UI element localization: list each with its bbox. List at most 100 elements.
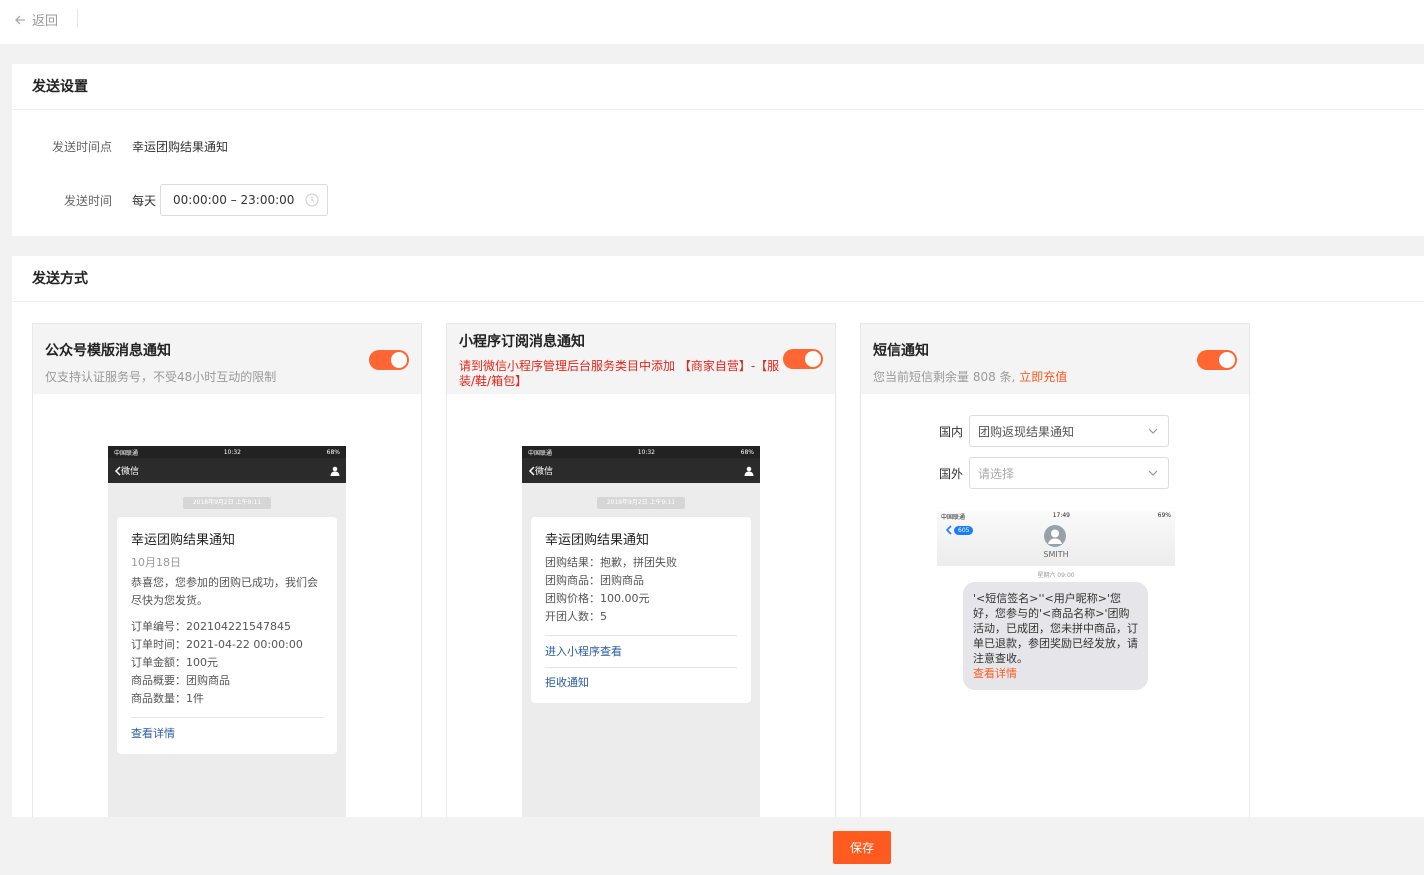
- foreign-template-select[interactable]: 请选择: [969, 457, 1170, 489]
- divider: [77, 9, 78, 27]
- send-methods-card: 发送方式 公众号模版消息通知 仅支持认证服务号，不受48小时互动的限制 中国联通…: [12, 256, 1424, 817]
- recharge-link[interactable]: 立即充值: [1019, 370, 1067, 384]
- reject-notice-link: 拒收通知: [545, 676, 589, 689]
- date-chip: 2018年9月2日 上午9:11: [183, 497, 271, 509]
- phone-preview: 中国联通 10:32 68% 微信 2018年9月2日 上午9:11 幸运团购结…: [522, 446, 760, 817]
- status-bar: 中国联通 17:49 69%: [937, 511, 1175, 521]
- panel-title: 小程序订阅消息通知: [459, 334, 585, 350]
- template-message: 幸运团购结果通知 10月18日 恭喜您，您参加的团购已成功，我们会尽快为您发货。…: [117, 517, 337, 754]
- sms-details-link: 查看详情: [973, 667, 1017, 680]
- unread-badge: 605: [954, 525, 974, 535]
- miniprogram-toggle[interactable]: [783, 349, 823, 369]
- nav-back-label: 微信: [535, 467, 554, 477]
- user-icon: [744, 466, 754, 476]
- clock-time: 10:32: [223, 448, 241, 456]
- subscribe-message: 幸运团购结果通知 团购结果：抱歉，拼团失败 团购商品：团购商品 团购价格：100…: [531, 517, 751, 703]
- status-bar: 中国联通 10:32 68%: [522, 446, 760, 458]
- carrier: 中国联通: [528, 449, 553, 457]
- sms-preview: 中国联通 17:49 69% 605 SMITH 星期六 09:00 '<短信签…: [937, 511, 1175, 690]
- send-methods-title: 发送方式: [12, 256, 1424, 302]
- panel-header: 短信通知 您当前短信剩余量 808 条, 立即充值: [861, 324, 1249, 394]
- sms-body: '<短信签名>''<用户昵称>'您好，您参与的'<商品名称>'团购活动，已成团，…: [973, 592, 1138, 665]
- clock-time: 10:32: [637, 448, 655, 456]
- time-point-label: 发送时间点: [51, 140, 112, 154]
- divider: [131, 717, 323, 718]
- message-line: 订单金额：100元: [131, 656, 218, 669]
- sms-toggle[interactable]: [1197, 350, 1237, 370]
- clock-time: 17:49: [1052, 512, 1070, 519]
- send-time-label: 发送时间: [63, 193, 112, 208]
- nav-back-label: 微信: [121, 467, 140, 477]
- message-line: 团购价格：100.00元: [545, 592, 650, 605]
- back-button[interactable]: 返回: [14, 10, 58, 29]
- open-miniprogram-link: 进入小程序查看: [545, 645, 622, 658]
- clock-icon: [305, 193, 319, 207]
- send-settings-card: 发送设置 发送时间点 幸运团购结果通知 发送时间 每天 00:00:00 – 2…: [12, 64, 1424, 236]
- top-bar: 返回: [0, 0, 1424, 44]
- foreign-label: 国外: [939, 466, 964, 481]
- sms-date: 星期六 09:00: [1037, 572, 1075, 579]
- carrier: 中国联通: [114, 449, 139, 457]
- sms-balance-text: 您当前短信剩余量 808 条,: [873, 370, 1016, 384]
- sms-balance: 您当前短信剩余量 808 条, 立即充值: [873, 368, 1237, 385]
- carrier: 中国联通: [941, 514, 966, 521]
- back-label: 返回: [32, 14, 59, 29]
- message-date: 10月18日: [131, 556, 181, 569]
- message-body: 恭喜您，您参加的团购已成功，我们会尽快为您发货。: [131, 576, 318, 607]
- panel-title: 短信通知: [873, 343, 929, 359]
- message-title: 幸运团购结果通知: [131, 533, 236, 548]
- time-point-value: 幸运团购结果通知: [132, 140, 229, 154]
- chevron-down-icon: [1148, 428, 1158, 434]
- panel-header: 公众号模版消息通知 仅支持认证服务号，不受48小时互动的限制: [33, 324, 421, 394]
- divider: [545, 667, 737, 668]
- contact-name: SMITH: [1043, 550, 1069, 559]
- divider: [545, 635, 737, 636]
- time-point-row: 发送时间点 幸运团购结果通知: [12, 138, 228, 155]
- panel-header: 小程序订阅消息通知 请到微信小程序管理后台服务类目中添加 【商家自营】-【服装/…: [447, 324, 835, 394]
- send-time-prefix: 每天: [132, 193, 157, 208]
- chevron-left-icon: [114, 465, 121, 476]
- time-range-value: 00:00:00 – 23:00:00: [173, 193, 295, 207]
- domestic-row: 国内 团购返现结果通知: [939, 415, 1170, 447]
- foreign-row: 国外 请选择: [939, 457, 1170, 489]
- domestic-template-select[interactable]: 团购返现结果通知: [969, 415, 1170, 447]
- foreign-select-placeholder: 请选择: [978, 466, 1015, 481]
- message-line: 订单编号：202104221547845: [131, 620, 291, 633]
- time-range-picker[interactable]: 00:00:00 – 23:00:00: [160, 184, 329, 216]
- domestic-select-value: 团购返现结果通知: [978, 424, 1075, 439]
- arrow-left-icon: [15, 15, 25, 24]
- phone-preview: 中国联通 10:32 68% 微信 2018年9月2日 上午9:11 幸运团购结…: [108, 446, 346, 817]
- chevron-down-icon: [1148, 470, 1158, 476]
- panel-title: 公众号模版消息通知: [45, 343, 171, 359]
- status-bar: 中国联通 10:32 68%: [108, 446, 346, 458]
- contact-avatar-icon: [1044, 525, 1066, 547]
- panel-desc: 仅支持认证服务号，不受48小时互动的限制: [45, 370, 277, 384]
- chevron-left-icon: [945, 525, 952, 535]
- domestic-label: 国内: [939, 424, 964, 439]
- sms-header: 中国联通 17:49 69% 605 SMITH: [937, 511, 1175, 566]
- sms-bubble: '<短信签名>''<用户昵称>'您好，您参与的'<商品名称>'团购活动，已成团，…: [963, 582, 1148, 690]
- message-line: 开团人数：5: [545, 610, 607, 623]
- message-title: 幸运团购结果通知: [545, 533, 650, 548]
- send-time-row: 发送时间 每天 00:00:00 – 23:00:00: [12, 184, 329, 216]
- send-settings-title: 发送设置: [12, 64, 1424, 110]
- message-line: 商品概要：团购商品: [131, 674, 230, 687]
- miniprogram-panel: 小程序订阅消息通知 请到微信小程序管理后台服务类目中添加 【商家自营】-【服装/…: [446, 323, 836, 817]
- wechat-nav-bar: 微信: [108, 458, 346, 483]
- user-icon: [330, 466, 340, 476]
- message-line: 团购结果：抱歉，拼团失败: [545, 556, 677, 569]
- chevron-left-icon: [528, 465, 535, 476]
- sms-panel: 短信通知 您当前短信剩余量 808 条, 立即充值 国内 团购返现结果通知 国外…: [860, 323, 1250, 817]
- wechat-nav-bar: 微信: [522, 458, 760, 483]
- message-line: 商品数量：1件: [131, 692, 204, 705]
- battery: 68%: [326, 448, 340, 456]
- panel-warning: 请到微信小程序管理后台服务类目中添加 【商家自营】-【服装/鞋/箱包】: [459, 359, 780, 388]
- wechat-toggle[interactable]: [369, 350, 409, 370]
- sms-back: 605: [945, 525, 974, 535]
- date-chip: 2018年9月2日 上午9:11: [597, 497, 685, 509]
- battery: 69%: [1157, 512, 1171, 519]
- view-details-link: 查看详情: [131, 727, 175, 740]
- save-button[interactable]: 保存: [833, 831, 891, 864]
- message-line: 团购商品：团购商品: [545, 574, 644, 587]
- message-line: 订单时间：2021-04-22 00:00:00: [131, 638, 303, 651]
